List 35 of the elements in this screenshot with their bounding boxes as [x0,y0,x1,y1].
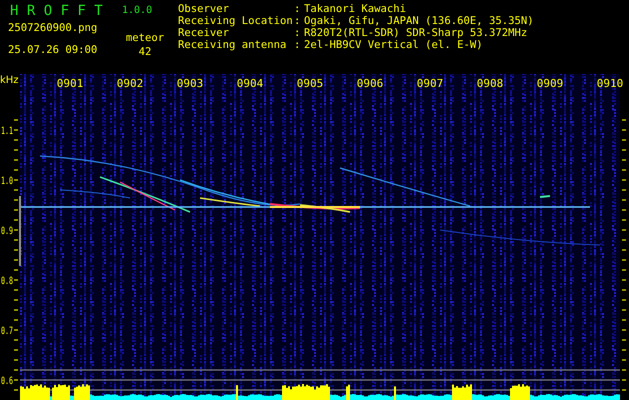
frequency-label: 0.6 [1,376,20,387]
info-value: Ogaki, Gifu, JAPAN (136.60E, 35.35N) [304,15,534,27]
unit-label: kHz [0,75,19,86]
file-name: 2507260900.png [8,22,98,34]
frequency-label: 1.0 [1,176,20,187]
info-separator: : [294,3,302,15]
time-label: 0907 [416,77,444,90]
frequency-label: 0.9 [1,226,20,237]
time-label: 0910 [596,77,624,90]
frequency-label: 0.8 [1,276,20,287]
time-label: 0903 [176,77,204,90]
time-label: 0902 [116,77,144,90]
time-label: 0905 [296,77,324,90]
info-separator: : [294,15,302,27]
time-label: 0908 [476,77,504,90]
info-label: Observer [178,3,230,15]
info-label: Receiving antenna [178,39,288,51]
timestamp: 25.07.26 09:00 [8,44,98,54]
meteor-label: meteor [126,32,164,44]
frequency-label: 0.7 [1,326,20,337]
time-label: 0909 [536,77,564,90]
time-label: 0906 [356,77,384,90]
info-separator: : [294,39,302,51]
info-value: 2el-HB9CV Vertical (el. E-W) [304,39,484,51]
info-value: R820T2(RTL-SDR) SDR-Sharp 53.372MHz [304,27,528,39]
version-label: 1.0.0 [122,4,154,18]
frequency-label: 1.1 [1,126,20,137]
time-label: 0904 [236,77,264,90]
info-label: Receiver [178,27,230,39]
info-value: Takanori Kawachi [304,3,408,15]
time-label: 0901 [56,77,84,90]
info-label: Receiving Location [178,15,294,27]
app-title: H R O F F T [10,2,104,20]
info-separator: : [294,27,302,39]
meteor-count: 42 [138,46,152,58]
